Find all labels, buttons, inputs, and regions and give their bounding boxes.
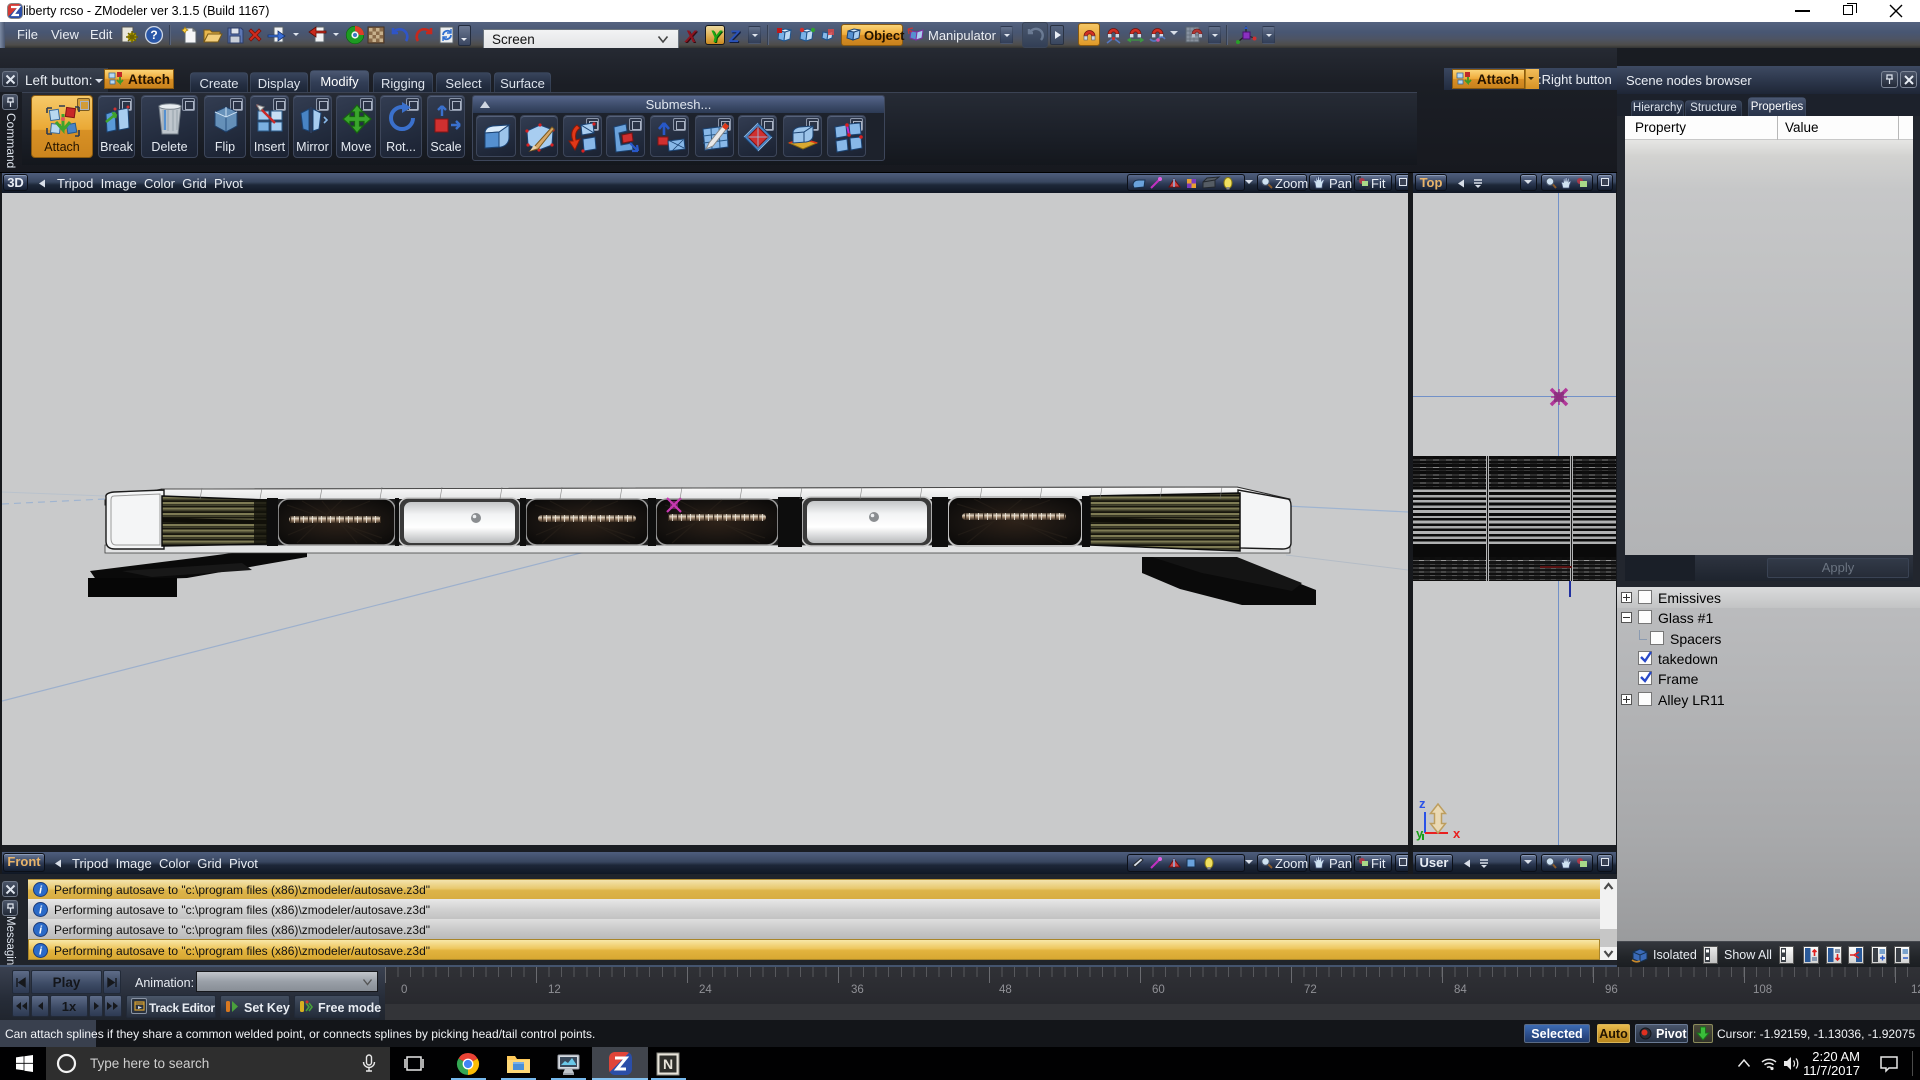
svg-text:y: y bbox=[1416, 826, 1424, 841]
svg-text:?: ? bbox=[150, 28, 157, 42]
svg-text:z: z bbox=[1419, 796, 1426, 811]
svg-text:N: N bbox=[663, 1056, 673, 1072]
svg-text:x: x bbox=[1453, 826, 1461, 841]
